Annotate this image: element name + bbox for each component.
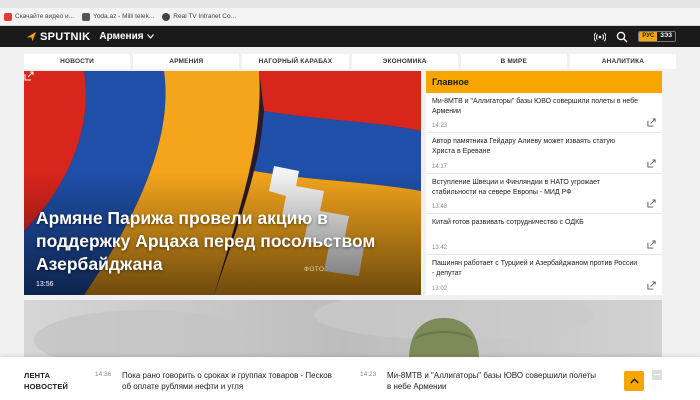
ticker-timestamp: 14:36 — [95, 371, 112, 378]
news-headline[interactable]: Ми-8МТВ и "Аллигаторы" базы ЮВО совершил… — [432, 97, 640, 117]
share-icon[interactable] — [647, 118, 656, 127]
sidebar-news-item[interactable]: Вступление Швеции и Финляндии в НАТО угр… — [426, 174, 662, 215]
hero-title[interactable]: Армяне Парижа провели акцию в поддержку … — [36, 207, 416, 276]
bookmark-item[interactable]: Real TV Intranet Co... — [162, 12, 237, 21]
share-icon[interactable] — [647, 199, 656, 208]
region-selector[interactable]: Армения — [99, 31, 154, 42]
lang-option[interactable]: ЗЭЗ — [657, 32, 675, 41]
sidebar-news-item[interactable]: Ми-8МТВ и "Аллигаторы" базы ЮВО совершил… — [426, 93, 662, 134]
bookmark-item[interactable]: Yoda.az - Milli telek... — [82, 12, 155, 21]
nav-item-karabakh[interactable]: НАГОРНЫЙ КАРАБАХ — [242, 54, 349, 69]
news-ticker: ЛЕНТА НОВОСТЕЙ 14:36 Пока рано говорить … — [0, 357, 700, 400]
top-news-sidebar: Главное Ми-8МТВ и "Аллигаторы" базы ЮВО … — [426, 71, 662, 295]
logo-text: SPUTNIK — [40, 30, 91, 43]
share-icon[interactable] — [24, 71, 34, 81]
browser-address-bar[interactable] — [0, 0, 700, 8]
ticker-minimize-button[interactable] — [652, 370, 662, 380]
nav-item-world[interactable]: В МИРЕ — [460, 54, 567, 69]
bookmark-item[interactable]: Скачайте видео и... — [4, 12, 75, 21]
news-timestamp: 13:48 — [432, 204, 448, 211]
hero-timestamp: 13:56 — [36, 281, 54, 288]
lang-option-active[interactable]: РУС — [639, 32, 658, 41]
bookmarks-bar: Скачайте видео и... Yoda.az - Milli tele… — [0, 8, 700, 26]
ticker-label: ЛЕНТА НОВОСТЕЙ — [24, 371, 69, 391]
main-nav: НОВОСТИ АРМЕНИЯ НАГОРНЫЙ КАРАБАХ ЭКОНОМИ… — [0, 54, 700, 69]
nav-item-analytics[interactable]: АНАЛИТИКА — [569, 54, 677, 69]
nav-item-armenia[interactable]: АРМЕНИЯ — [133, 54, 240, 69]
photo-credit: ФОТО — [304, 266, 325, 273]
bookmark-label: Real TV Intranet Co... — [173, 13, 237, 20]
share-icon[interactable] — [647, 281, 656, 290]
ticker-headline[interactable]: Ми-8МТВ и "Аллигаторы" базы ЮВО совершил… — [387, 370, 597, 392]
news-timestamp: 14:17 — [432, 163, 448, 170]
radio-icon[interactable] — [594, 31, 607, 43]
search-icon[interactable] — [616, 31, 628, 43]
region-label: Армения — [99, 31, 144, 42]
share-icon[interactable] — [647, 159, 656, 168]
bookmark-favicon-icon — [4, 12, 12, 21]
ticker-expand-button[interactable] — [624, 371, 644, 391]
ticker-timestamp: 14:23 — [360, 371, 377, 378]
bookmark-favicon-icon — [82, 12, 91, 21]
minus-icon — [654, 374, 660, 376]
bookmark-label: Yoda.az - Milli telek... — [93, 13, 155, 20]
sputnik-logo[interactable]: SPUTNIK — [26, 31, 90, 43]
language-switcher[interactable]: РУС ЗЭЗ — [638, 31, 676, 42]
second-article-image[interactable] — [24, 300, 662, 360]
news-timestamp: 13:02 — [432, 285, 448, 292]
bookmark-favicon-icon — [162, 12, 171, 21]
chevron-down-icon — [146, 34, 154, 39]
bookmark-label: Скачайте видео и... — [15, 13, 75, 20]
chevron-up-icon — [629, 378, 639, 384]
nav-item-news[interactable]: НОВОСТИ — [24, 54, 131, 69]
news-headline[interactable]: Автор памятника Гейдару Алиеву может изв… — [432, 137, 640, 157]
news-headline[interactable]: Пашинян работает с Турцией и Азербайджан… — [432, 259, 640, 279]
news-headline[interactable]: Китай готов развивать сотрудничество с О… — [432, 218, 640, 228]
soldier-image — [24, 300, 662, 360]
sidebar-news-item[interactable]: Пашинян работает с Турцией и Азербайджан… — [426, 255, 662, 295]
share-icon[interactable] — [647, 240, 656, 249]
hero-article[interactable]: Армяне Парижа провели акцию в поддержку … — [24, 71, 421, 295]
news-timestamp: 13:42 — [432, 244, 448, 251]
sidebar-heading: Главное — [426, 71, 662, 93]
sidebar-news-item[interactable]: Китай готов развивать сотрудничество с О… — [426, 214, 662, 255]
sputnik-logo-icon — [26, 31, 37, 42]
nav-item-economy[interactable]: ЭКОНОМИКА — [351, 54, 458, 69]
news-headline[interactable]: Вступление Швеции и Финляндии в НАТО угр… — [432, 178, 640, 198]
sidebar-news-item[interactable]: Автор памятника Гейдару Алиеву может изв… — [426, 133, 662, 174]
news-timestamp: 14:23 — [432, 123, 448, 130]
site-header: SPUTNIK Армения РУС ЗЭЗ — [0, 26, 700, 47]
ticker-headline[interactable]: Пока рано говорить о сроках и группах то… — [122, 370, 332, 392]
